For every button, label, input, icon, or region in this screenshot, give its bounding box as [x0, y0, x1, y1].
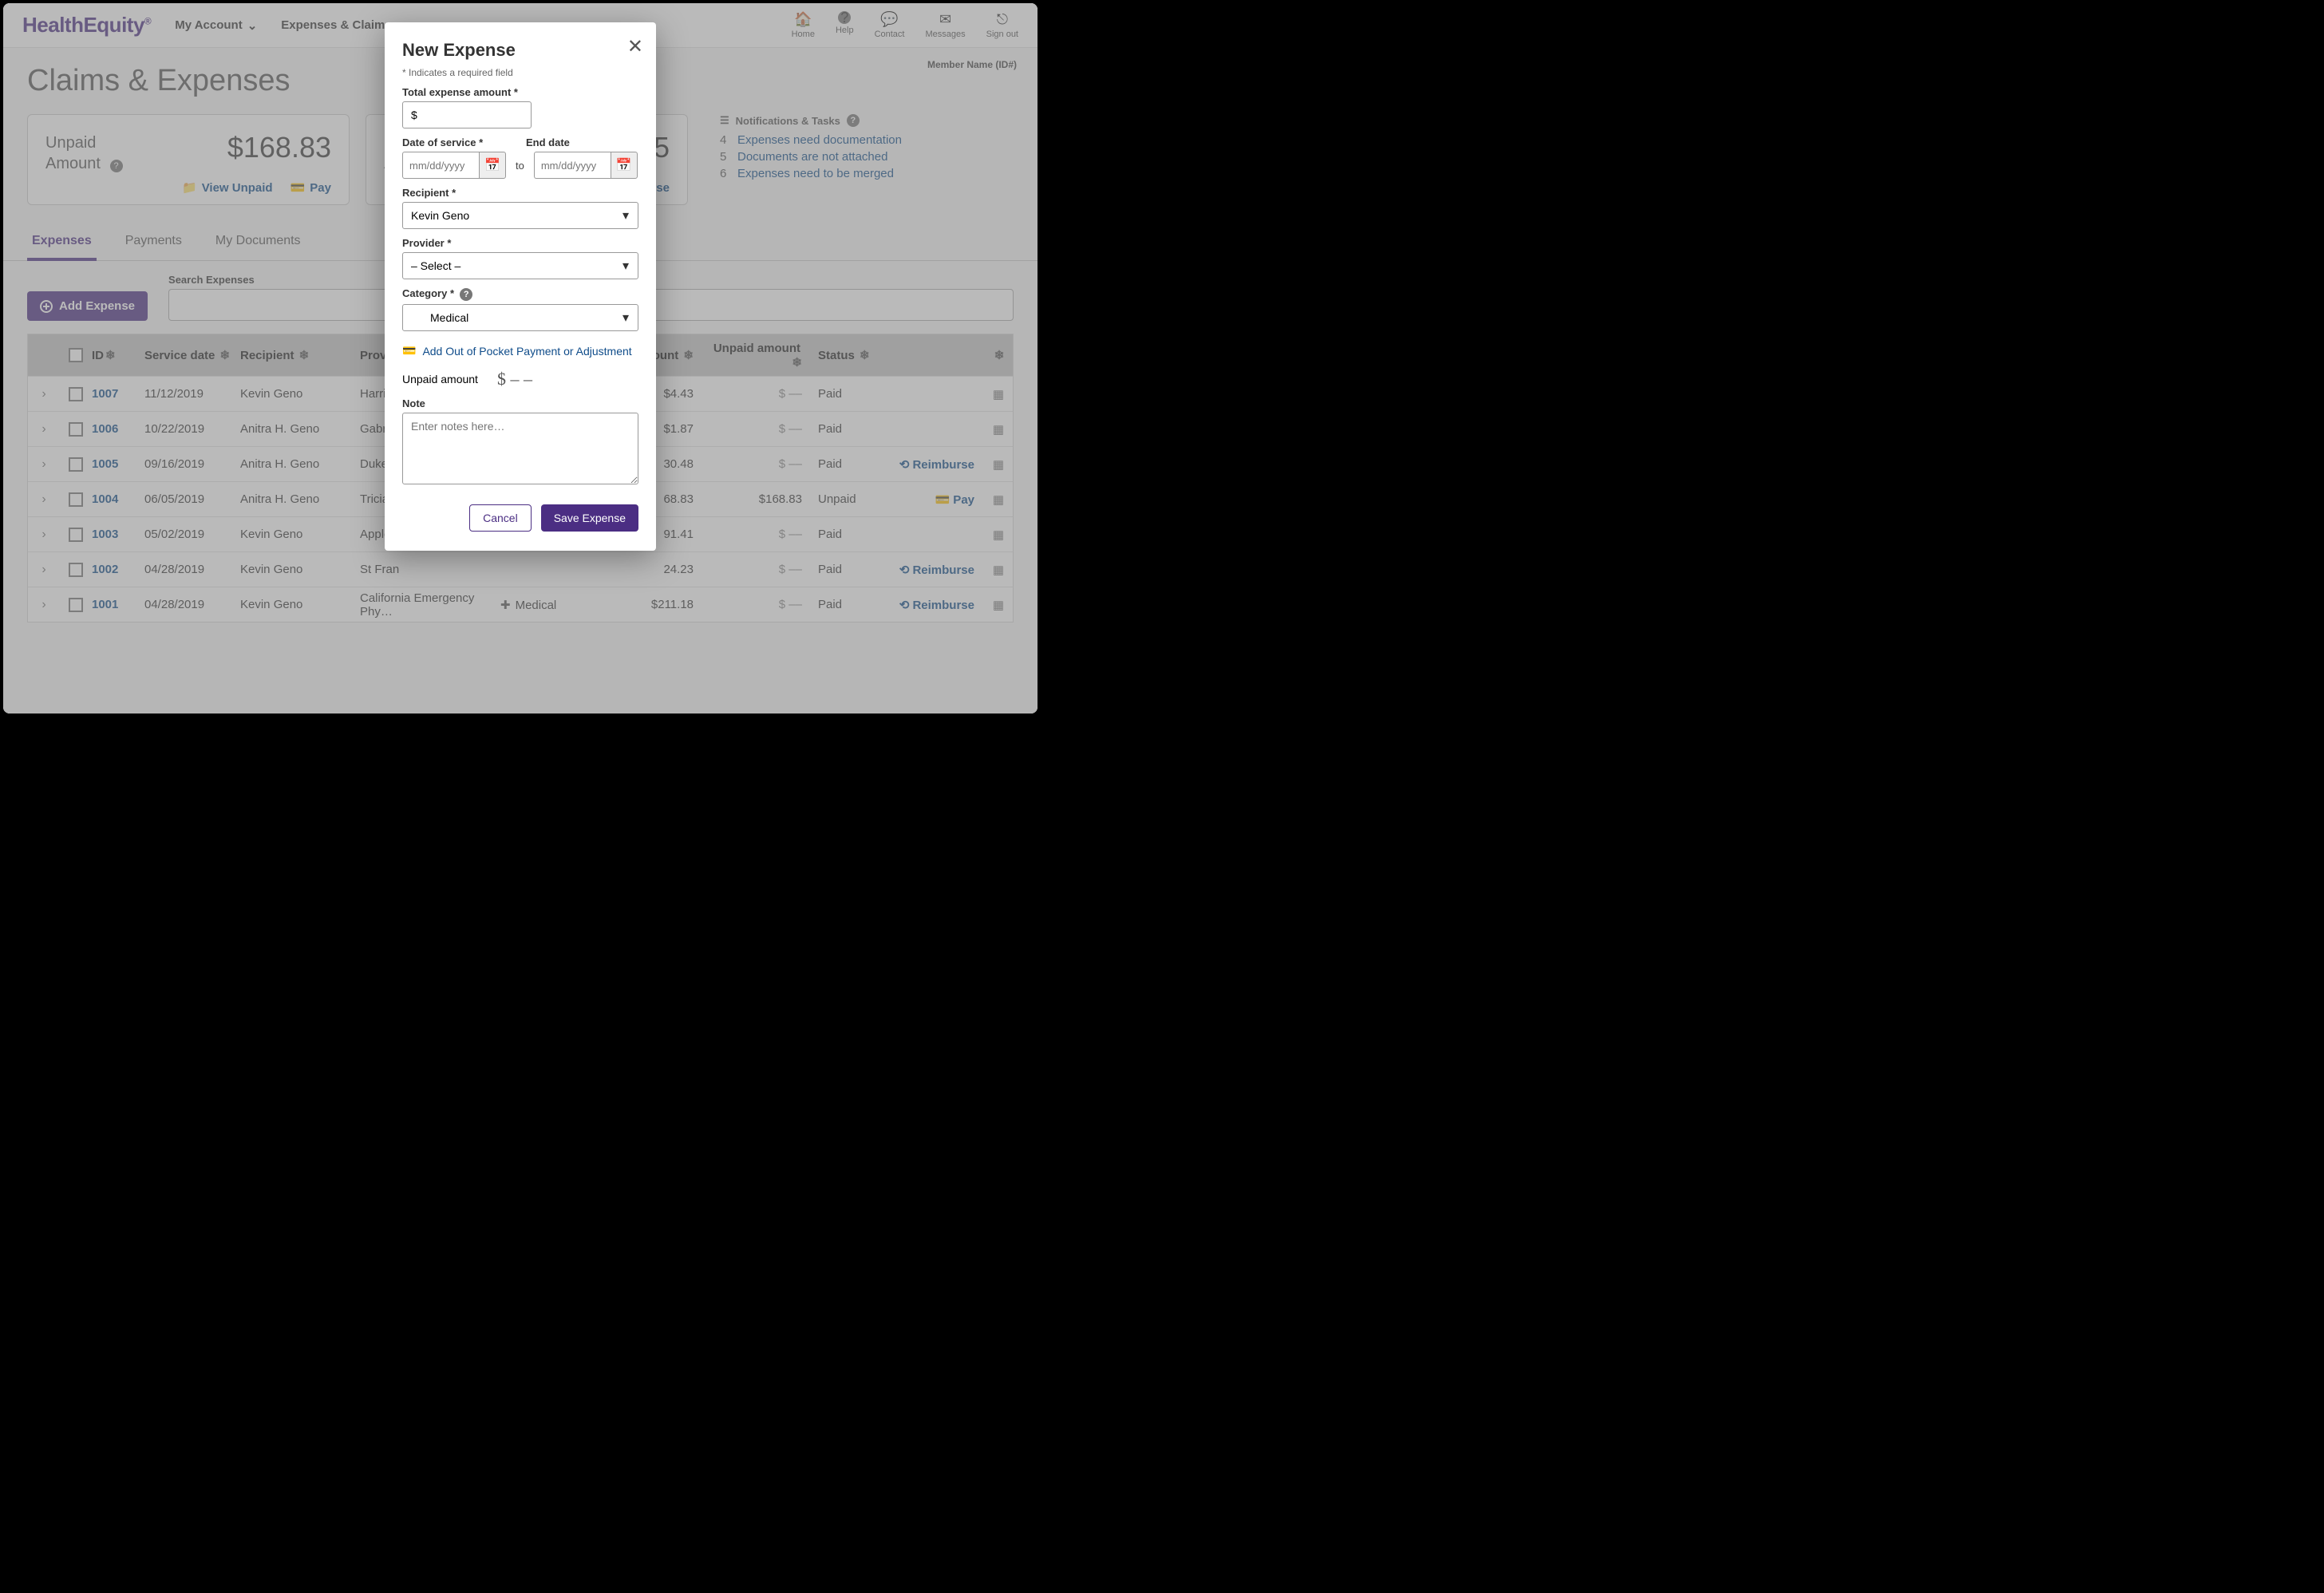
- date-of-service-input[interactable]: [402, 152, 479, 179]
- calendar-icon[interactable]: 📅: [479, 152, 506, 179]
- provider-select[interactable]: [402, 252, 638, 279]
- end-date-input[interactable]: [534, 152, 611, 179]
- recipient-select[interactable]: [402, 202, 638, 229]
- required-hint: * Indicates a required field: [402, 67, 638, 78]
- date-of-service-label: Date of service *: [402, 136, 515, 148]
- link-label: Add Out of Pocket Payment or Adjustment: [422, 345, 631, 358]
- close-icon[interactable]: ✕: [627, 35, 643, 58]
- calendar-icon[interactable]: 📅: [611, 152, 638, 179]
- credit-card-icon: 💳: [402, 344, 416, 358]
- save-expense-button[interactable]: Save Expense: [541, 504, 638, 532]
- end-date-label: End date: [526, 136, 638, 148]
- recipient-label: Recipient *: [402, 187, 638, 199]
- total-amount-input[interactable]: [402, 101, 532, 128]
- category-select[interactable]: [402, 304, 638, 331]
- add-out-of-pocket-link[interactable]: 💳 Add Out of Pocket Payment or Adjustmen…: [402, 344, 638, 358]
- to-label: to: [516, 160, 524, 172]
- modal-overlay: ✕ New Expense * Indicates a required fie…: [3, 3, 1038, 713]
- cancel-button[interactable]: Cancel: [469, 504, 532, 532]
- total-amount-label: Total expense amount *: [402, 86, 638, 98]
- new-expense-modal: ✕ New Expense * Indicates a required fie…: [385, 22, 656, 551]
- category-label: Category * ?: [402, 287, 638, 301]
- unpaid-amount-value: $ – –: [497, 369, 532, 389]
- unpaid-amount-label: Unpaid amount: [402, 373, 478, 385]
- category-label-text: Category *: [402, 287, 454, 299]
- provider-label: Provider *: [402, 237, 638, 249]
- help-icon[interactable]: ?: [460, 288, 472, 301]
- note-textarea[interactable]: [402, 413, 638, 484]
- modal-title: New Expense: [402, 40, 638, 61]
- note-label: Note: [402, 397, 638, 409]
